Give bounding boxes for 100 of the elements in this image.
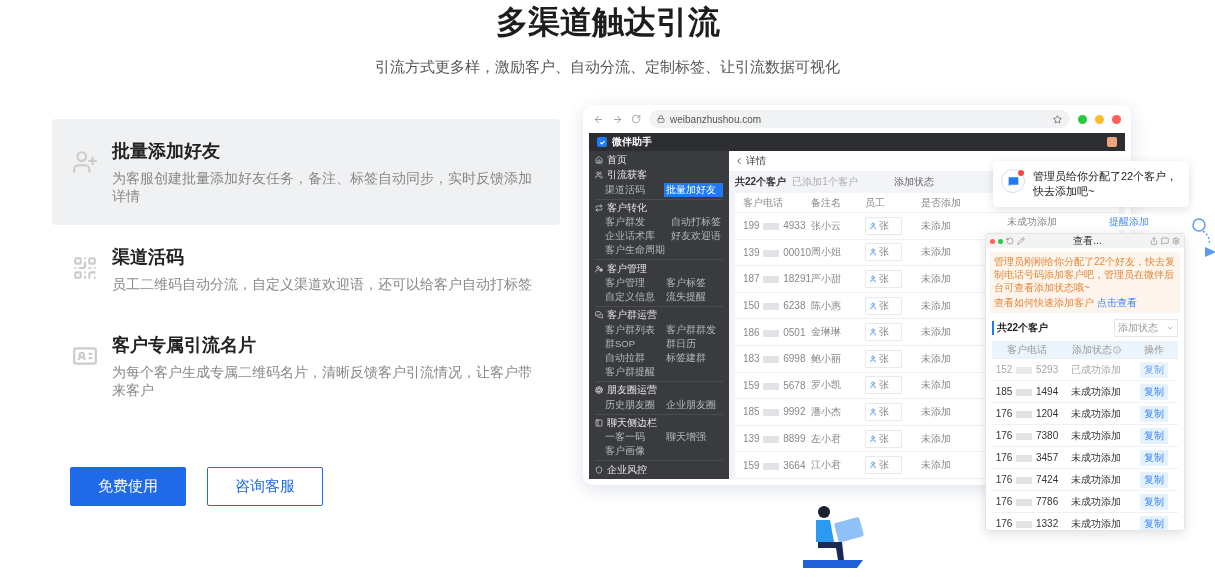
page-heading: 多渠道触达引流 [495, 3, 720, 42]
sidebar-item[interactable]: 聊天增强 [664, 430, 723, 445]
sidebar-item[interactable]: 企业朋友圈 [664, 397, 723, 412]
sidebar-item[interactable]: 客户群列表 [603, 322, 662, 337]
tab-title[interactable]: 查看... [1073, 234, 1102, 248]
table-cell-text: 未添加 [921, 404, 952, 419]
sidebar-item[interactable]: 客户画像 [603, 444, 662, 459]
window-dot-icon [998, 238, 1003, 244]
user-icon [869, 381, 877, 390]
copy-button[interactable]: 复制 [1140, 493, 1168, 510]
pencil-icon [1017, 237, 1025, 245]
notification-text: 管理员给你分配了22个客户，快去添加吧~ [1033, 169, 1179, 199]
copy-button[interactable]: 复制 [1140, 383, 1168, 400]
sidebar-item[interactable]: 群SOP [603, 336, 662, 351]
window-dot-icon [990, 238, 995, 244]
sidebar-item[interactable]: 自动打标签 [669, 215, 723, 230]
staff-tag: 张 [865, 216, 902, 235]
sidebar-section[interactable]: 引流获客 [595, 167, 723, 183]
sidebar-section[interactable]: 企业风控 [595, 462, 723, 477]
table-cell-text: 未添加 [921, 325, 952, 340]
table-cell-text: 金琳琳 [811, 325, 842, 340]
feature-title: 批量添加好友 [112, 140, 221, 163]
table-cell-text: 199 4933 [743, 220, 807, 232]
table-cell-text: 未成功添加 [1070, 494, 1122, 509]
sidebar-item[interactable]: 一客一码 [603, 430, 662, 445]
table-cell-text: 未成功添加 [1070, 516, 1122, 530]
table-cell-text: 159 5678 [743, 379, 807, 391]
free-use-button[interactable]: 免费使用 [70, 467, 186, 506]
sidebar-item[interactable]: 群日历 [664, 336, 723, 351]
sidebar-section[interactable]: 朋友圈运营 [595, 382, 723, 398]
table-cell-text: 139 8899 [743, 433, 807, 445]
user-icon [869, 301, 877, 310]
sidebar-item[interactable]: 企业话术库 [603, 229, 667, 244]
section-icon [595, 264, 603, 273]
feature-icon [72, 255, 98, 281]
table-cell-text: 176 7424 [994, 474, 1060, 485]
section-icon [595, 418, 603, 427]
user-icon [869, 328, 877, 337]
column-header: 备注名 [811, 195, 842, 210]
copy-button[interactable]: 复制 [1140, 405, 1168, 422]
table-cell-text: 未添加 [921, 378, 952, 393]
sidebar-item[interactable]: 客户群群发 [664, 322, 723, 337]
table-cell-text: 150 6238 [743, 300, 807, 312]
feature-description: 为每个客户生成专属二维码名片，清晰反馈客户引流情况，让客户带来客户 [112, 363, 533, 399]
table-cell-text: 未添加 [921, 245, 952, 260]
copy-button[interactable]: 复制 [1140, 449, 1168, 466]
copy-button[interactable]: 复制 [1140, 427, 1168, 444]
column-header: 客户电话 [743, 195, 784, 210]
consult-button[interactable]: 咨询客服 [207, 467, 323, 506]
sidebar-item[interactable]: 客户管理 [603, 276, 662, 290]
table-cell-text: 罗小凯 [811, 378, 842, 393]
sidebar-section[interactable]: 客户群运营 [595, 308, 723, 323]
table-cell-text: 周小姐 [811, 245, 842, 260]
sidebar-item[interactable]: 客户生命周期 [603, 243, 667, 258]
table-cell-text: 未添加 [921, 272, 952, 286]
sidebar-section[interactable]: 聊天侧边栏 [595, 415, 723, 431]
sidebar-item[interactable]: 客户群发 [603, 215, 667, 230]
sidebar-item[interactable]: 渠道活码 [603, 182, 662, 197]
table-cell-text: 未成功添加 [1070, 384, 1122, 399]
sidebar-item[interactable]: 标签建群 [664, 350, 723, 365]
table-cell-text: 未添加 [921, 298, 952, 313]
feature-title: 客户专属引流名片 [112, 334, 257, 357]
sidebar-section[interactable]: 首页 [595, 153, 723, 168]
sidebar-item[interactable]: 历史朋友圈 [603, 397, 662, 412]
sidebar-item[interactable]: 自定义信息 [603, 290, 662, 304]
logo-icon [597, 137, 607, 147]
feature-title: 渠道活码 [112, 246, 185, 269]
sidebar-section[interactable]: 客户管理 [595, 261, 723, 276]
back-chevron-icon [734, 156, 744, 166]
remind-link[interactable]: 提醒添加 [1109, 215, 1149, 229]
lock-icon [657, 115, 665, 123]
table-cell-text: 未添加 [921, 218, 952, 233]
sidebar-item[interactable]: 客户群提醒 [603, 364, 662, 379]
sidebar-item[interactable]: 批量加好友 [664, 182, 723, 197]
filter-label: 添加状态 [893, 175, 934, 189]
star-icon [1053, 114, 1062, 124]
sidebar-item[interactable]: 好友欢迎语 [669, 229, 723, 244]
sidebar-item[interactable]: 客户标签 [664, 276, 723, 290]
table-cell-text: 176 1332 [994, 518, 1060, 529]
feature-icon [72, 149, 98, 175]
table-cell-text: 未添加 [921, 351, 952, 366]
address-bar[interactable]: weibanzhushou.com [649, 110, 1070, 128]
user-icon [869, 275, 877, 283]
chat-icon [1161, 237, 1169, 245]
view-link[interactable]: 点击查看 [1096, 297, 1137, 308]
copy-button[interactable]: 复制 [1140, 471, 1168, 488]
sidebar-item[interactable]: 流失提醒 [664, 290, 723, 304]
table-cell-text: 未添加 [921, 431, 952, 446]
info-icon [1112, 345, 1121, 354]
window-dot-icon [1078, 114, 1087, 124]
user-icon [869, 434, 877, 443]
sidebar-item[interactable]: 自动拉群 [603, 350, 662, 365]
status-select[interactable]: 添加状态 [1114, 319, 1178, 337]
sidebar-section[interactable]: 客户转化 [595, 200, 723, 216]
column-header: 员工 [865, 195, 886, 210]
staff-tag: 张 [865, 323, 902, 342]
forward-icon [612, 113, 623, 125]
feature-item[interactable]: 批量添加好友 为客服创建批量添加好友任务，备注、标签自动同步，实时反馈添加详情 [52, 119, 560, 225]
settings-icon [1172, 237, 1180, 245]
copy-button[interactable]: 复制 [1140, 515, 1168, 530]
